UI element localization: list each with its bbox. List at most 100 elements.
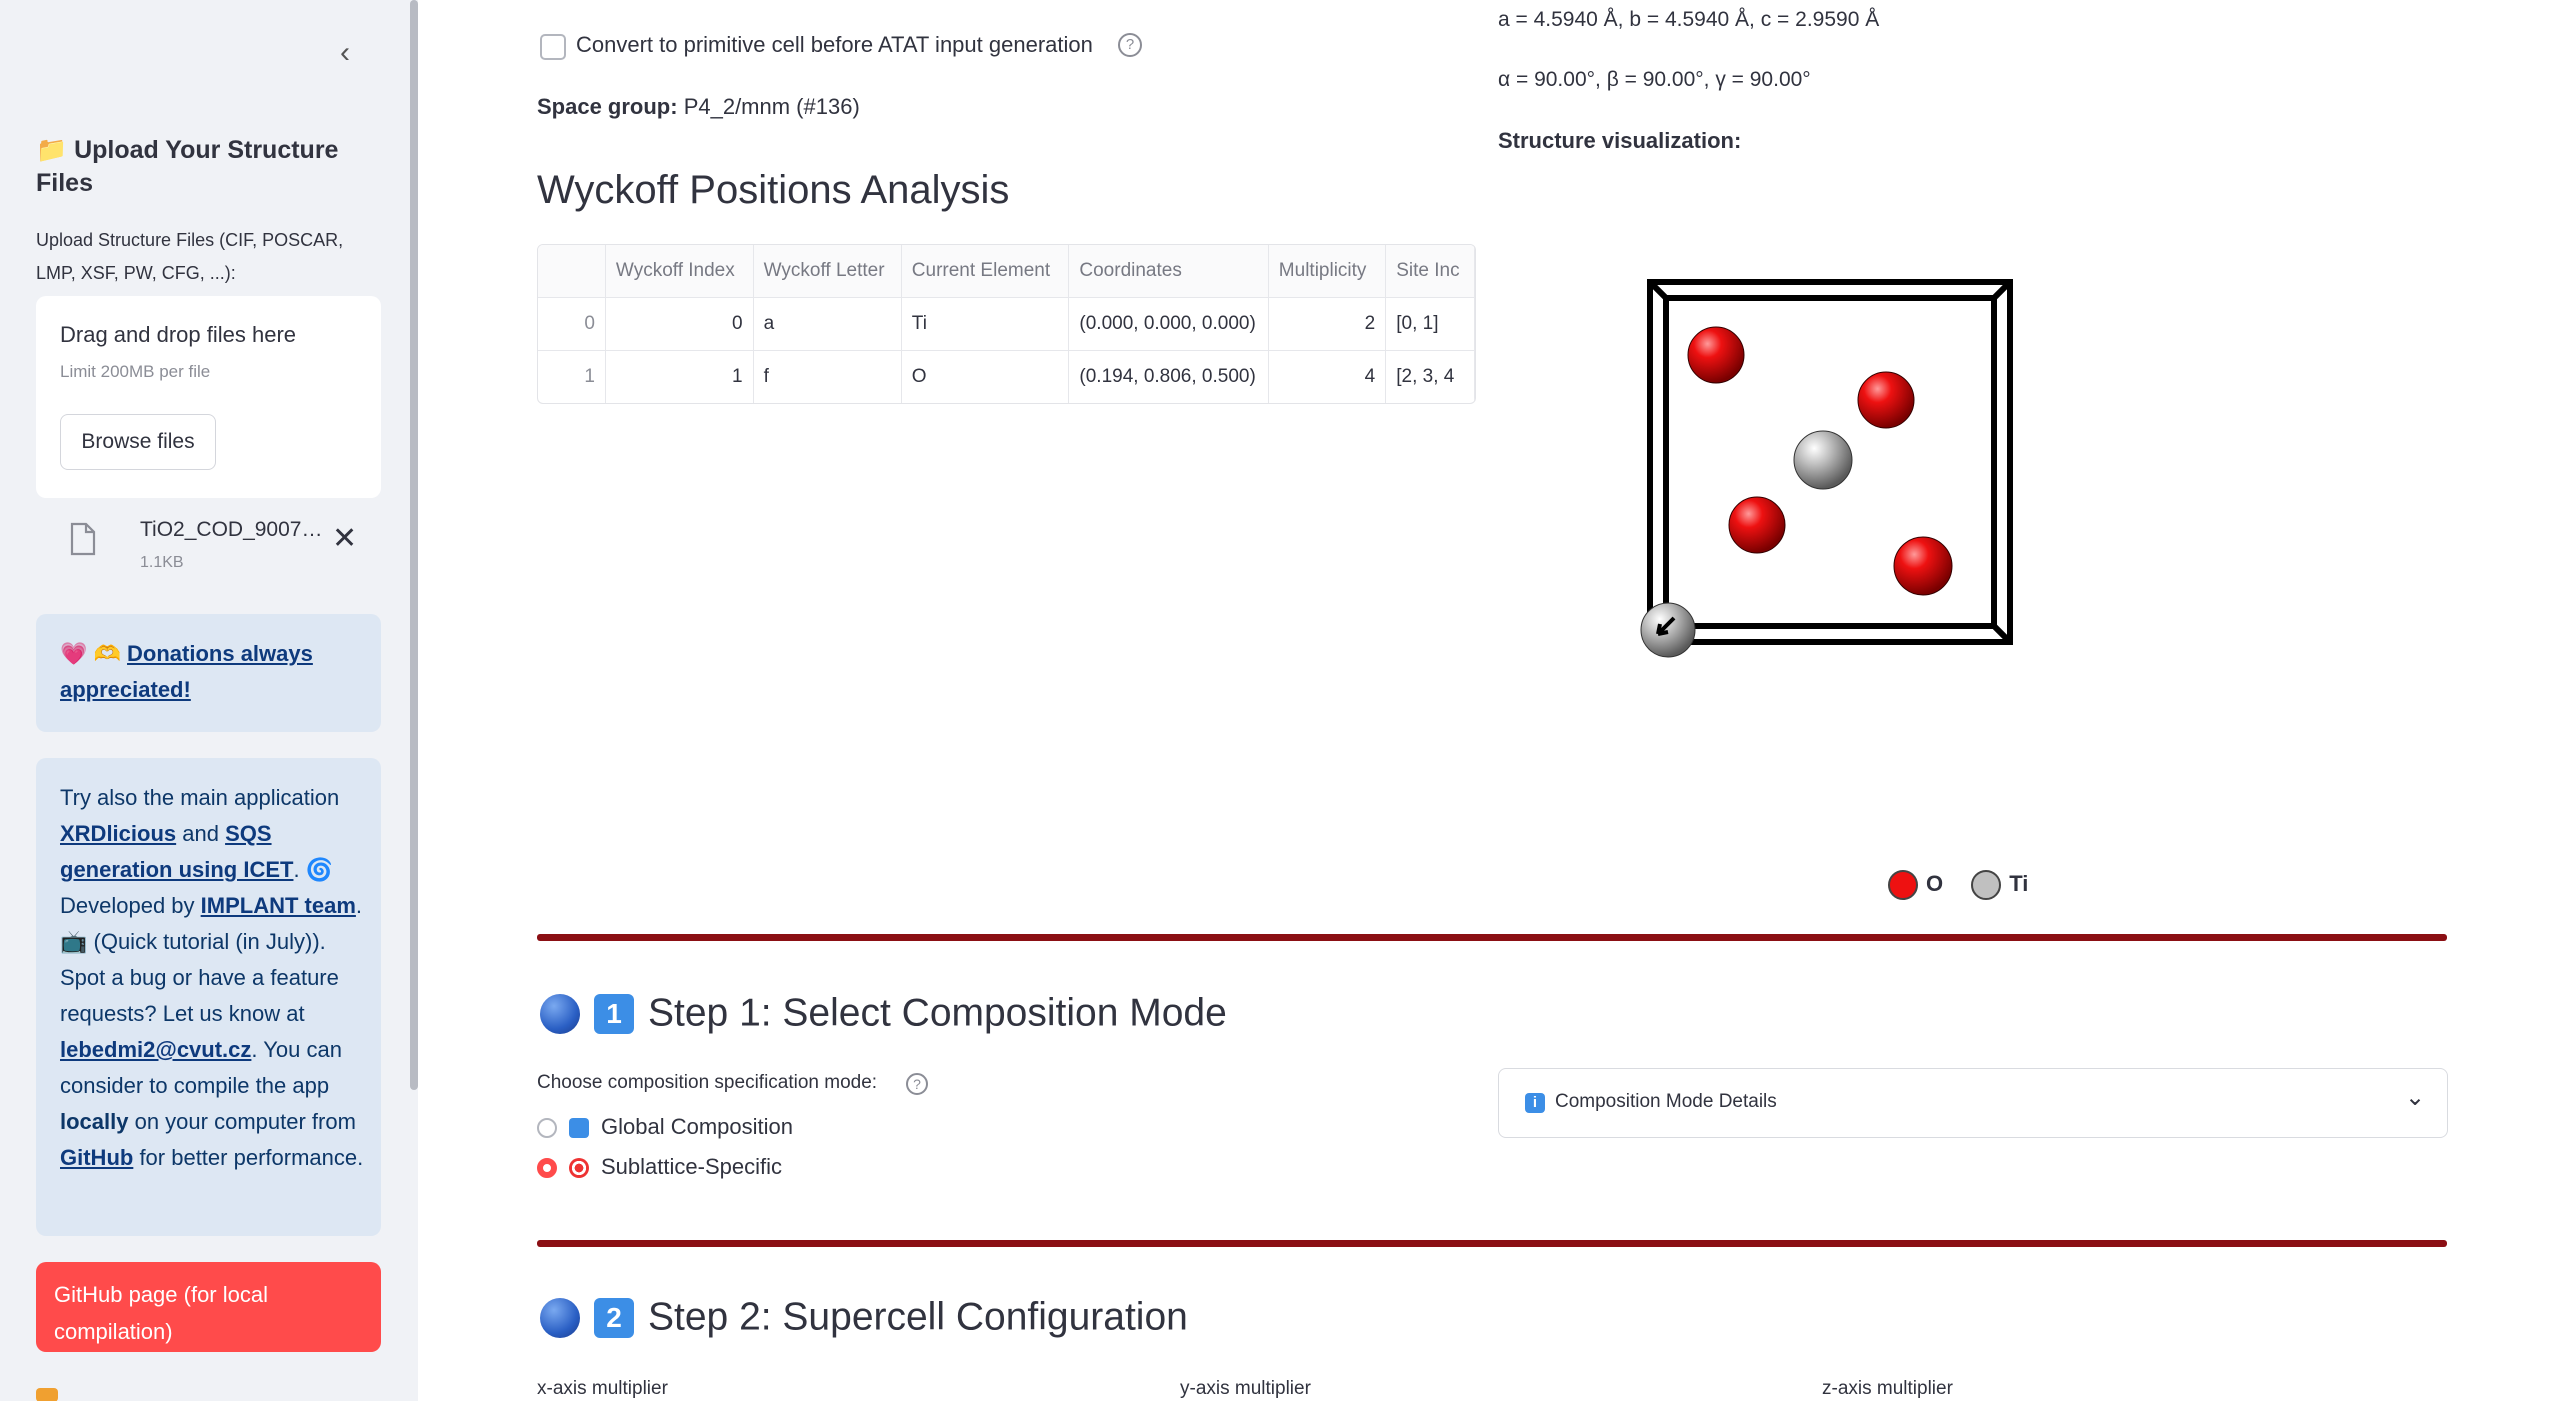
wyckoff-data-table: Wyckoff Index Wyckoff Letter Current Ele… (538, 245, 1475, 403)
table-cell[interactable]: 2 (1268, 297, 1387, 351)
github-button-label: GitHub page (for local compilation) (54, 1282, 268, 1344)
composition-mode-label: Choose composition specification mode: (537, 1072, 878, 1093)
info-text-part: for better performance. (133, 1145, 364, 1170)
github-link[interactable]: GitHub (60, 1145, 133, 1170)
table-header-cell[interactable]: Coordinates (1068, 245, 1269, 298)
table-cell[interactable]: 1 (605, 350, 754, 403)
uploaded-file-size: 1.1KB (140, 554, 184, 571)
radio-global-composition[interactable]: Global Composition (537, 1114, 793, 1140)
space-group-key: Space group: (537, 94, 678, 119)
primitive-cell-checkbox[interactable] (540, 34, 566, 60)
radio-label: Sublattice-Specific (601, 1154, 782, 1179)
table-cell[interactable]: f (753, 350, 902, 403)
table-cell[interactable]: [0, 1] (1385, 297, 1475, 351)
table-header-cell[interactable]: Current Element (901, 245, 1070, 298)
xrdlicious-link[interactable]: XRDlicious (60, 821, 176, 846)
refresh-icon (569, 1118, 589, 1139)
chevron-down-icon[interactable]: ⌄ (2405, 1083, 2425, 1112)
y-multiplier-label: y-axis multiplier (1180, 1378, 1311, 1399)
sidebar: ‹ 📁 Upload Your Structure Files Upload S… (0, 0, 418, 1401)
lattice-angles: α = 90.00°, β = 90.00°, γ = 90.00° (1498, 68, 1811, 91)
next-section-icon (36, 1388, 58, 1401)
table-cell[interactable]: a (753, 297, 902, 351)
wyckoff-table[interactable]: Wyckoff Index Wyckoff Letter Current Ele… (537, 244, 1476, 404)
section-divider (537, 934, 2447, 941)
donation-info-box: 💗 🫶 Donations always appreciated! (36, 614, 381, 732)
github-page-button[interactable]: GitHub page (for local compilation) (36, 1262, 381, 1352)
browse-files-button[interactable]: Browse files (60, 414, 216, 470)
radio-button-selected[interactable] (537, 1158, 557, 1179)
table-cell[interactable]: (0.000, 0.000, 0.000) (1068, 297, 1269, 351)
space-group-value: P4_2/mnm (#136) (677, 94, 860, 119)
legend-label: Ti (2009, 870, 2029, 896)
ti-atom (1793, 430, 1853, 490)
table-header-cell[interactable]: Site Inc (1385, 245, 1475, 298)
section-divider (537, 1240, 2447, 1247)
lattice-parameters: a = 4.5940 Å, b = 4.5940 Å, c = 2.9590 Å (1498, 8, 1880, 31)
ti-atom (1640, 602, 1696, 658)
space-group-line: Space group: P4_2/mnm (#136) (537, 94, 860, 120)
dropzone-limit: Limit 200MB per file (60, 362, 211, 381)
blue-circle-icon (540, 1297, 580, 1338)
table-cell[interactable]: [2, 3, 4 (1385, 350, 1475, 403)
table-header-cell[interactable]: Wyckoff Index (605, 245, 754, 298)
legend-label: O (1926, 870, 1944, 896)
o-atom (1893, 536, 1953, 596)
table-header-row: Wyckoff Index Wyckoff Letter Current Ele… (538, 245, 1475, 298)
table-row: 1 1 f O (0.194, 0.806, 0.500) 4 [2, 3, 4 (538, 350, 1475, 403)
table-header-cell[interactable] (538, 245, 606, 298)
donation-text: 💗 🫶 Donations always appreciated! (60, 636, 360, 708)
table-cell[interactable]: O (901, 350, 1070, 403)
expander-label: Composition Mode Details (1555, 1091, 1777, 1112)
table-cell[interactable]: 1 (538, 350, 606, 403)
table-header-cell[interactable]: Multiplicity (1268, 245, 1387, 298)
file-icon (70, 522, 96, 556)
implant-team-link[interactable]: IMPLANT team (201, 893, 356, 918)
email-link[interactable]: lebedmi2@cvut.cz (60, 1037, 251, 1062)
z-multiplier-label: z-axis multiplier (1822, 1378, 1953, 1399)
info-text-part: Try also the main application (60, 785, 340, 810)
blue-circle-icon (540, 993, 580, 1034)
target-icon (569, 1158, 589, 1179)
radio-button[interactable] (537, 1118, 557, 1139)
table-cell[interactable]: 0 (538, 297, 606, 351)
locally-bold: locally (60, 1109, 129, 1134)
step1-title-text: Step 1: Select Composition Mode (648, 991, 1227, 1035)
app-info-text: Try also the main application XRDlicious… (60, 780, 365, 1176)
dropzone-text: Drag and drop files here (60, 322, 297, 347)
table-row: 0 0 a Ti (0.000, 0.000, 0.000) 2 [0, 1] (538, 297, 1475, 351)
table-header-cell[interactable]: Wyckoff Letter (753, 245, 902, 298)
o-atom (1857, 371, 1915, 429)
table-cell[interactable]: Ti (901, 297, 1070, 351)
upload-section-title: 📁 Upload Your Structure Files (36, 136, 339, 197)
table-cell[interactable]: 0 (605, 297, 754, 351)
legend-item-o: O (1888, 870, 1943, 900)
primitive-cell-checkbox-label: Convert to primitive cell before ATAT in… (576, 32, 1093, 57)
radio-sublattice-specific[interactable]: Sublattice-Specific (537, 1154, 782, 1180)
ti-color-swatch (1971, 870, 2002, 900)
o-atom (1728, 496, 1786, 554)
wyckoff-section-title: Wyckoff Positions Analysis (537, 168, 1010, 212)
upload-label: Upload Structure Files (CIF, POSCAR, LMP… (36, 230, 344, 283)
sidebar-scrollbar[interactable] (410, 0, 418, 1090)
step2-title-text: Step 2: Supercell Configuration (648, 1295, 1188, 1339)
info-text-part: and (176, 821, 226, 846)
x-multiplier-label: x-axis multiplier (537, 1378, 668, 1399)
radio-label: Global Composition (601, 1114, 793, 1139)
structure-visualization-label: Structure visualization: (1498, 128, 1742, 153)
help-icon[interactable]: ? (1118, 33, 1142, 57)
collapse-sidebar-icon[interactable]: ‹ (340, 38, 370, 68)
app-info-box: Try also the main application XRDlicious… (36, 758, 381, 1236)
table-cell[interactable]: (0.194, 0.806, 0.500) (1068, 350, 1269, 403)
info-icon: i (1525, 1093, 1545, 1113)
table-cell[interactable]: 4 (1268, 350, 1387, 403)
remove-file-close-icon[interactable]: ✕ (332, 524, 357, 554)
step2-title: 2 Step 2: Supercell Configuration (540, 1294, 1188, 1340)
file-dropzone[interactable]: Drag and drop files here Limit 200MB per… (36, 296, 381, 498)
structure-visualization[interactable] (1638, 260, 2078, 680)
keycap-one-icon: 1 (594, 993, 634, 1034)
help-icon[interactable]: ? (906, 1073, 928, 1095)
keycap-two-icon: 2 (594, 1297, 634, 1338)
composition-mode-details-expander[interactable]: i Composition Mode Details ⌄ (1498, 1068, 2448, 1138)
legend-item-ti: Ti (1971, 870, 2028, 900)
